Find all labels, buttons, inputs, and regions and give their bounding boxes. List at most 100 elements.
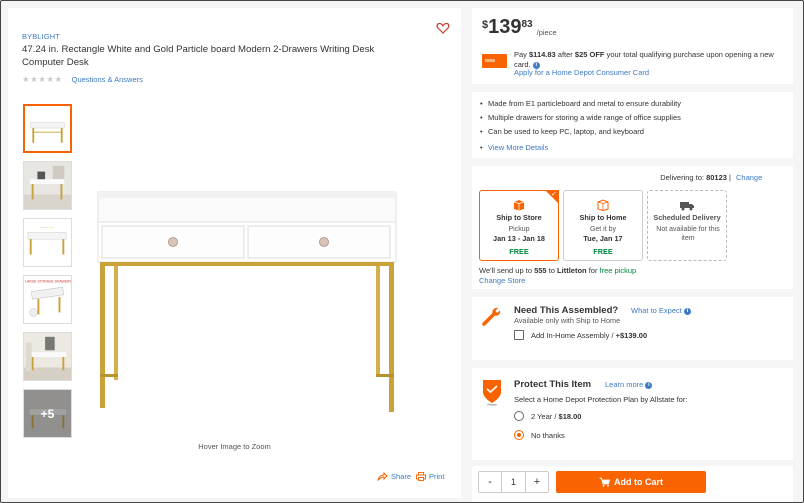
assembly-option-text: Add In-Home Assembly / [531, 331, 616, 340]
option-title: Scheduled Delivery [653, 213, 721, 222]
plan-price: $18.00 [558, 412, 582, 421]
quantity-stepper: - 1 + [478, 471, 549, 493]
send-store: Littleton [557, 266, 587, 275]
thumbnail-more[interactable]: +5 [23, 389, 72, 438]
plan-label: 2 Year / [531, 412, 559, 421]
ship-to-home-option[interactable]: Ship to Home Get it by Tue, Jan 17 FREE [563, 190, 643, 261]
heart-icon[interactable] [436, 21, 450, 35]
protection-title: Protect This Item [514, 379, 592, 390]
share-label: Share [391, 472, 412, 481]
assembly-option-label: Add In-Home Assembly / +$139.00 [531, 331, 647, 340]
send-qty: 555 [534, 266, 547, 275]
brand-link[interactable]: BYBLIGHT [22, 32, 60, 41]
protection-shield-icon: Allstate [481, 378, 503, 407]
send-prefix: We'll send up to [479, 266, 535, 275]
thumbnail-4[interactable]: 2 LARGE STORAGE DRAWERS [23, 275, 72, 324]
change-store-link[interactable]: Change Store [479, 276, 525, 285]
plan-no-thanks-radio[interactable] [514, 430, 524, 440]
option-title: Ship to Home [579, 213, 627, 222]
offer-discount: $25 OFF [574, 50, 605, 59]
view-more-details-link[interactable]: View More Details [480, 143, 548, 152]
highlights-list: Made from E1 particleboard and metal to … [480, 99, 681, 141]
send-mid: to [546, 266, 558, 275]
option-line1: Pickup [508, 226, 530, 233]
learn-more-link[interactable]: Learn more i [605, 380, 653, 389]
product-media-panel: BYBLIGHT 47.24 in. Rectangle White and G… [8, 8, 461, 498]
send-free: free pickup [599, 266, 637, 275]
delivery-zip: 80123 [706, 173, 727, 182]
wrench-icon [481, 305, 503, 327]
printer-icon [416, 472, 426, 481]
assembly-option-price: +$139.00 [615, 331, 648, 340]
thumbnail-2[interactable] [23, 161, 72, 210]
assembly-checkbox[interactable] [514, 330, 524, 340]
thumbnail-5[interactable] [23, 332, 72, 381]
apply-card-link[interactable]: Apply for a Home Depot Consumer Card [514, 68, 649, 77]
share-icon [377, 472, 388, 481]
what-to-expect-label: What to Expect [631, 306, 682, 315]
option-title: Ship to Store [496, 213, 542, 222]
offer-mid: after [555, 50, 575, 59]
price: $ 139 83 /piece [482, 17, 557, 37]
card-offer-text: Pay $114.83 after $25 OFF your total qua… [514, 50, 786, 70]
truck-icon [648, 199, 726, 211]
zoom-hint: Hover Image to Zoom [198, 442, 271, 451]
questions-answers-link[interactable]: Questions & Answers [72, 75, 143, 84]
selected-check-icon: ✓ [545, 190, 559, 204]
svg-text:Allstate: Allstate [487, 403, 497, 407]
add-to-cart-button[interactable]: Add to Cart [556, 471, 706, 493]
highlights-card: Made from E1 particleboard and metal to … [472, 92, 793, 158]
info-icon: i [645, 381, 653, 389]
price-unit: /piece [536, 28, 557, 37]
option-price: FREE [593, 247, 613, 256]
highlight-item: Can be used to keep PC, laptop, and keyb… [480, 127, 681, 141]
quantity-input[interactable]: 1 [501, 472, 526, 492]
rating-stars[interactable]: ★★★★★ [22, 74, 63, 85]
quantity-plus-button[interactable]: + [526, 472, 548, 492]
what-to-expect-link[interactable]: What to Expect i [631, 306, 691, 315]
info-icon: i [683, 307, 691, 315]
protection-subtitle: Select a Home Depot Protection Plan by A… [514, 395, 688, 404]
thumbnail-1[interactable] [23, 104, 72, 153]
offer-amount: $114.83 [529, 50, 556, 59]
delivery-separator: | [726, 173, 731, 182]
assembly-title: Need This Assembled? [514, 305, 619, 316]
thumbnail-3[interactable]: — — — [23, 218, 72, 267]
thumbnail-list: — — — 2 LARGE STORAGE DRAWERS +5 [23, 104, 74, 446]
rating-row: ★★★★★ Questions & Answers [22, 74, 143, 85]
plan-2-year-radio[interactable] [514, 411, 524, 421]
highlight-item: Made from E1 particleboard and metal to … [480, 99, 681, 113]
price-card: $ 139 83 /piece Pay $114.83 after $25 OF… [472, 8, 793, 84]
svg-text:— — —: — — — [40, 226, 54, 230]
add-to-cart-card: - 1 + Add to Cart [472, 466, 793, 502]
more-images-count: +5 [24, 390, 71, 437]
main-product-image[interactable] [92, 188, 412, 418]
protection-card: Allstate Protect This Item Learn more i S… [472, 368, 793, 460]
price-dollars: 139 [488, 16, 522, 38]
option-price: FREE [509, 247, 529, 256]
svg-text:2 LARGE STORAGE DRAWERS: 2 LARGE STORAGE DRAWERS [24, 280, 71, 284]
delivering-label: Delivering to: [660, 173, 707, 182]
store-pickup-text: We'll send up to 555 to Littleton for fr… [479, 266, 636, 275]
price-cents: 83 [521, 19, 533, 30]
print-label: Print [429, 472, 445, 481]
cart-icon [599, 477, 610, 487]
delivering-to: Delivering to: 80123 | [660, 173, 731, 182]
option-line1: Get it by [589, 226, 617, 233]
print-button[interactable]: Print [416, 472, 444, 481]
option-line2: Tue, Jan 17 [583, 234, 623, 243]
ship-to-store-option[interactable]: ✓ Ship to Store Pickup Jan 13 - Jan 18 F… [479, 190, 559, 261]
credit-card-icon [482, 54, 507, 68]
add-to-cart-label: Add to Cart [614, 477, 663, 487]
change-zip-link[interactable]: Change [736, 173, 762, 182]
learn-more-label: Learn more [605, 380, 644, 389]
product-title: 47.24 in. Rectangle White and Gold Parti… [22, 44, 375, 68]
option-line1: Not available for this item [656, 226, 720, 242]
offer-prefix: Pay [514, 50, 530, 59]
assembly-subtitle: Available only with Ship to Home [514, 316, 621, 325]
quantity-minus-button[interactable]: - [479, 472, 501, 492]
plan-no-thanks-label: No thanks [531, 431, 565, 440]
fulfillment-card: Delivering to: 80123 | Change ✓ Ship to … [472, 166, 793, 289]
share-button[interactable]: Share [377, 472, 411, 481]
page: BYBLIGHT 47.24 in. Rectangle White and G… [0, 0, 804, 503]
